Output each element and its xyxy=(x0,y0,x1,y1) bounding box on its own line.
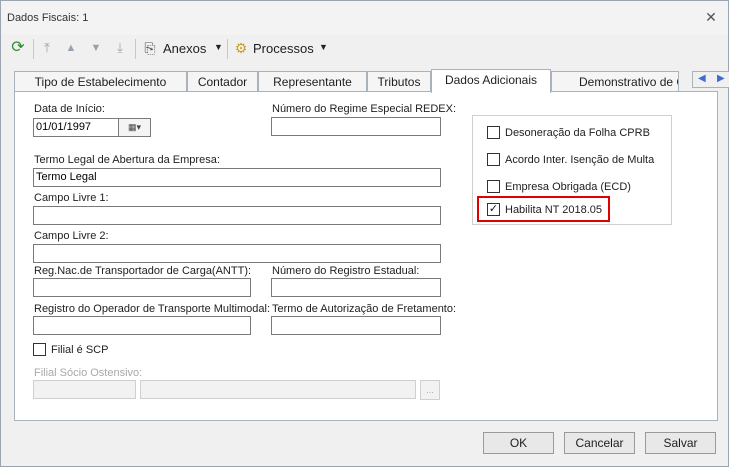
tab-label: Tributos xyxy=(377,75,421,89)
chevron-down-icon[interactable]: ▼ xyxy=(319,42,328,52)
tab-demonstrativo[interactable]: Demonstrativo de C xyxy=(551,71,679,92)
campo-livre2-label: Campo Livre 2: xyxy=(34,230,109,242)
window-title: Dados Fiscais: 1 xyxy=(7,12,89,24)
tab-label: Tipo de Estabelecimento xyxy=(34,75,167,89)
option-checkbox-acordo[interactable] xyxy=(487,153,500,166)
filial-socio-label: Filial Sócio Ostensivo: xyxy=(34,367,143,379)
campo-livre1-label: Campo Livre 1: xyxy=(34,192,109,204)
filial-scp-checkbox[interactable] xyxy=(33,343,46,356)
option-label-acordo: Acordo Inter. Isenção de Multa xyxy=(505,154,655,166)
tab-label: Contador xyxy=(197,75,248,89)
filial-socio-name-field xyxy=(140,380,416,399)
option-label-cprb: Desoneração da Folha CPRB xyxy=(505,127,650,139)
calendar-icon: ▦▾ xyxy=(127,122,142,132)
option-checkbox-ecd[interactable] xyxy=(487,180,500,193)
registro-estadual-label: Número do Registro Estadual: xyxy=(272,265,420,277)
anexos-button[interactable]: Anexos xyxy=(163,41,206,56)
previous-record-icon[interactable]: ▲ xyxy=(62,39,80,57)
scroll-right-icon[interactable]: ▶ xyxy=(717,73,725,84)
filial-scp-label: Filial é SCP xyxy=(51,344,109,356)
toolbar-separator xyxy=(227,39,228,59)
tab-scroll-buttons: ◀ ▶ xyxy=(692,71,729,88)
tab-contador[interactable]: Contador xyxy=(187,71,258,92)
campo-livre2-field[interactable] xyxy=(33,244,441,263)
title-bar: Dados Fiscais: 1 ✕ xyxy=(1,1,728,35)
fretamento-field[interactable] xyxy=(271,316,441,335)
last-record-icon[interactable]: ⤓ xyxy=(111,39,129,57)
tab-label: Dados Adicionais xyxy=(444,73,538,87)
close-icon[interactable]: ✕ xyxy=(701,7,721,27)
campo-livre1-field[interactable] xyxy=(33,206,441,225)
save-button[interactable]: Salvar xyxy=(645,432,716,454)
option-checkbox-cprb[interactable] xyxy=(487,126,500,139)
tab-tipo-estabelecimento[interactable]: Tipo de Estabelecimento xyxy=(14,71,187,92)
chevron-down-icon[interactable]: ▼ xyxy=(214,42,223,52)
data-inicio-field[interactable]: 01/01/1997 xyxy=(33,118,119,137)
antt-field[interactable] xyxy=(33,278,251,297)
filial-socio-lookup-button: ... xyxy=(420,380,440,400)
antt-label: Reg.Nac.de Transportador de Carga(ANTT): xyxy=(34,265,252,277)
tab-label: Representante xyxy=(273,75,352,89)
data-inicio-label: Data de Início: xyxy=(34,103,105,115)
multimodal-label: Registro do Operador de Transporte Multi… xyxy=(34,303,271,315)
multimodal-field[interactable] xyxy=(33,316,251,335)
termo-legal-label: Termo Legal de Abertura da Empresa: xyxy=(34,154,220,166)
refresh-icon[interactable]: ⟳ xyxy=(9,39,27,57)
tab-strip: Tipo de Estabelecimento Contador Represe… xyxy=(14,69,729,93)
ok-button[interactable]: OK xyxy=(483,432,554,454)
paperclip-icon[interactable]: ⎘ xyxy=(141,39,159,57)
filial-socio-code-field xyxy=(33,380,136,399)
termo-legal-field[interactable]: Termo Legal xyxy=(33,168,441,187)
dialog-window: Dados Fiscais: 1 ✕ ⟳ ⤒ ▲ ▼ ⤓ ⎘ Anexos ▼ … xyxy=(0,0,729,467)
toolbar: ⟳ ⤒ ▲ ▼ ⤓ ⎘ Anexos ▼ ⚙ Processos ▼ xyxy=(1,36,728,62)
next-record-icon[interactable]: ▼ xyxy=(87,39,105,57)
processos-button[interactable]: Processos xyxy=(253,41,314,56)
calendar-dropdown-button[interactable]: ▦▾ xyxy=(118,118,151,137)
tab-label: Demonstrativo de C xyxy=(579,75,679,89)
tab-dados-adicionais[interactable]: Dados Adicionais xyxy=(431,69,551,93)
option-label-ecd: Empresa Obrigada (ECD) xyxy=(505,181,631,193)
gears-icon[interactable]: ⚙ xyxy=(232,39,250,57)
first-record-icon[interactable]: ⤒ xyxy=(38,39,56,57)
cancel-button[interactable]: Cancelar xyxy=(564,432,635,454)
highlight-box xyxy=(477,196,610,222)
tab-representante[interactable]: Representante xyxy=(258,71,367,92)
scroll-left-icon[interactable]: ◀ xyxy=(698,73,706,84)
tab-tributos[interactable]: Tributos xyxy=(367,71,431,92)
toolbar-separator xyxy=(33,39,34,59)
fretamento-label: Termo de Autorização de Fretamento: xyxy=(272,303,457,315)
toolbar-separator xyxy=(135,39,136,59)
redex-field[interactable] xyxy=(271,117,441,136)
redex-label: Número do Regime Especial REDEX: xyxy=(272,103,457,115)
registro-estadual-field[interactable] xyxy=(271,278,441,297)
